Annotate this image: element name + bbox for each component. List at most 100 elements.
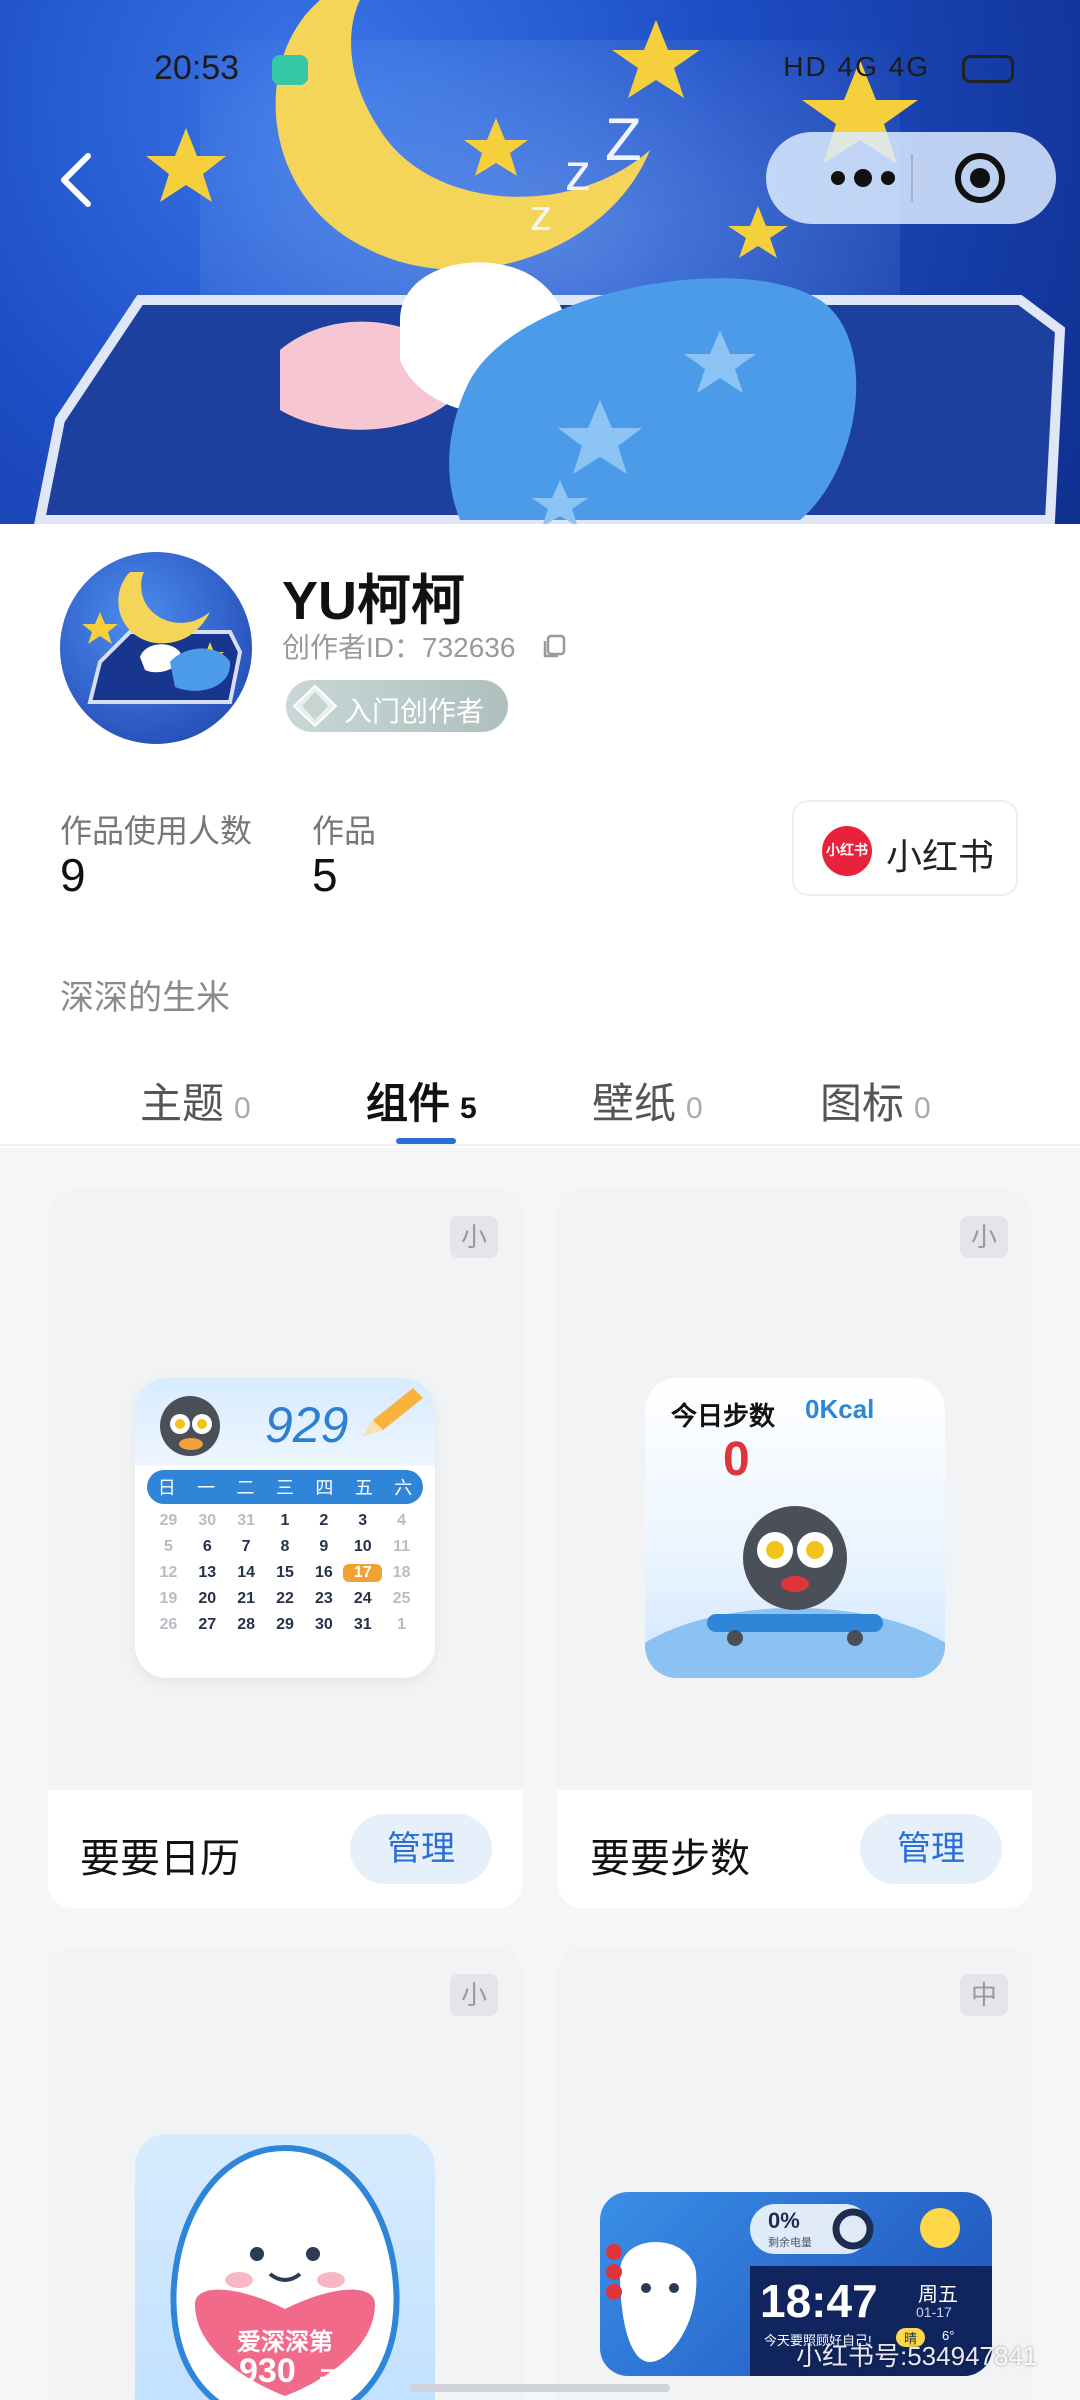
battery-icon — [962, 55, 1014, 83]
avatar[interactable] — [60, 552, 252, 744]
close-icon[interactable] — [952, 150, 1008, 206]
status-bar: 20:53 HD 4G 4G — [0, 45, 1080, 95]
weekday: 五 — [354, 1478, 373, 1498]
calendar-day: 22 — [276, 1590, 294, 1607]
tab-themes[interactable]: 主题 0 — [140, 1070, 251, 1131]
tab-label: 主题 — [140, 1080, 225, 1127]
calendar-day: 13 — [198, 1564, 217, 1581]
love-unit: 天 — [319, 2367, 343, 2394]
calendar-day: 16 — [314, 1564, 333, 1581]
calendar-day: 29 — [159, 1512, 178, 1529]
calendar-day: 7 — [241, 1538, 251, 1555]
widget-card[interactable]: 929 日 一 二 三 四 五 六 29 30 31 1 2 3 4 5 6 7… — [48, 1190, 522, 1908]
card-title: 要要日历 — [80, 1837, 240, 1881]
size-tag: 中 — [960, 1974, 1008, 2016]
calendar-day: 8 — [280, 1538, 290, 1555]
back-icon[interactable] — [56, 150, 96, 210]
svg-text:z: z — [530, 191, 552, 240]
skateboard-mascot-illustration — [645, 1506, 945, 1678]
calendar-day: 26 — [159, 1616, 178, 1633]
tab-count: 0 — [686, 1092, 703, 1125]
calendar-day: 21 — [237, 1590, 256, 1607]
calendar-day: 3 — [358, 1512, 368, 1529]
steps-label: 今日步数 — [671, 1401, 776, 1431]
card-footer: 要要步数 管理 — [558, 1790, 1032, 1908]
xiaohongshu-button[interactable]: 小红书 小红书 — [792, 800, 1018, 896]
copy-icon[interactable] — [540, 632, 568, 660]
calendar-day: 14 — [237, 1564, 256, 1581]
weekday: 日 — [157, 1478, 176, 1498]
calendar-day: 1 — [397, 1616, 407, 1633]
calendar-weekdays: 日 一 二 三 四 五 六 — [147, 1470, 423, 1504]
widget-card[interactable]: 爱深深第 930 天 小 — [48, 1948, 522, 2400]
widget-preview: 0% 剩余电量 18:47 周五 01-17 今天要照顾好自己! 晴 6° — [558, 1948, 1032, 2400]
avatar-image — [82, 572, 243, 704]
clock-weekday: 周五 — [918, 2284, 958, 2306]
calendar-day: 24 — [353, 1590, 372, 1607]
status-time: 20:53 — [154, 49, 240, 87]
battery-percent: 0% — [768, 2208, 800, 2233]
tab-wallpapers[interactable]: 壁纸 0 — [592, 1070, 703, 1131]
love-days: 930 — [239, 2352, 296, 2390]
mini-program-capsule — [766, 132, 1056, 224]
weekday: 三 — [275, 1478, 294, 1498]
calendar-day: 9 — [319, 1538, 329, 1555]
calendar-number: 929 — [265, 1397, 349, 1453]
widget-card[interactable]: 今日步数 0Kcal 0 小 要要步数 管理 — [558, 1190, 1032, 1908]
screen-record-icon — [272, 55, 308, 85]
battery-label: 剩余电量 — [768, 2237, 812, 2249]
creator-id: 创作者ID：732636 — [282, 632, 516, 663]
widget-card[interactable]: 0% 剩余电量 18:47 周五 01-17 今天要照顾好自己! 晴 6° 中 — [558, 1948, 1032, 2400]
calendar-day: 25 — [392, 1590, 411, 1607]
stat-label-users: 作品使用人数 — [60, 813, 253, 849]
capsule-divider — [911, 154, 913, 202]
home-indicator[interactable] — [410, 2384, 670, 2392]
size-tag: 小 — [960, 1216, 1008, 1258]
status-indicators: HD 4G 4G — [783, 51, 930, 82]
calendar-day: 18 — [392, 1564, 411, 1581]
tab-active-indicator — [396, 1138, 456, 1144]
widget-preview: 929 日 一 二 三 四 五 六 29 30 31 1 2 3 4 5 6 7… — [48, 1190, 522, 1790]
manage-button[interactable]: 管理 — [350, 1814, 492, 1884]
tab-count: 0 — [234, 1092, 251, 1125]
tab-widgets[interactable]: 组件 5 — [366, 1070, 477, 1131]
calendar-day: 5 — [163, 1538, 173, 1555]
tab-count: 5 — [460, 1092, 477, 1125]
stat-value-users: 9 — [60, 849, 86, 901]
more-icon[interactable] — [808, 150, 918, 206]
svg-text:Z: Z — [605, 106, 642, 173]
svg-text:z: z — [565, 144, 591, 202]
weekday: 六 — [394, 1478, 413, 1498]
card-footer: 要要日历 管理 — [48, 1790, 522, 1908]
mascot-illustration — [606, 2242, 697, 2362]
calendar-day: 11 — [393, 1538, 411, 1555]
calendar-widget: 929 日 一 二 三 四 五 六 29 30 31 1 2 3 4 5 6 7… — [135, 1378, 435, 1678]
profile-banner: z z Z 20:53 HD 4G 4G — [0, 0, 1080, 524]
badge-label: 入门创作者 — [344, 696, 485, 727]
calendar-day: 12 — [159, 1564, 178, 1581]
widget-preview: 今日步数 0Kcal 0 — [558, 1190, 1032, 1790]
weekday: 二 — [236, 1478, 255, 1498]
category-tabs: 主题 0 组件 5 壁纸 0 图标 0 — [0, 1050, 1080, 1146]
calendar-day: 1 — [280, 1512, 290, 1529]
calendar-day: 28 — [237, 1616, 256, 1633]
manage-button[interactable]: 管理 — [860, 1814, 1002, 1884]
size-tag: 小 — [450, 1216, 498, 1258]
xiaohongshu-logo-icon: 小红书 — [822, 826, 872, 876]
kcal-value: 0Kcal — [805, 1394, 875, 1424]
sun-icon — [920, 2208, 960, 2248]
weekday: 四 — [315, 1478, 334, 1498]
weekday: 一 — [197, 1478, 216, 1498]
clock-time: 18:47 — [760, 2275, 878, 2327]
widget-preview: 爱深深第 930 天 — [48, 1948, 522, 2400]
clock-date: 01-17 — [916, 2304, 952, 2320]
creator-bio: 深深的生米 — [60, 979, 230, 1017]
calendar-day: 2 — [319, 1512, 329, 1529]
tab-label: 壁纸 — [592, 1080, 677, 1127]
calendar-day: 23 — [314, 1590, 333, 1607]
calendar-day: 31 — [237, 1512, 256, 1529]
ring-icon — [832, 2208, 874, 2250]
watermark: 小红书号:534947841 — [796, 2341, 1038, 2371]
calendar-day: 29 — [276, 1616, 294, 1633]
tab-icons[interactable]: 图标 0 — [820, 1070, 931, 1131]
